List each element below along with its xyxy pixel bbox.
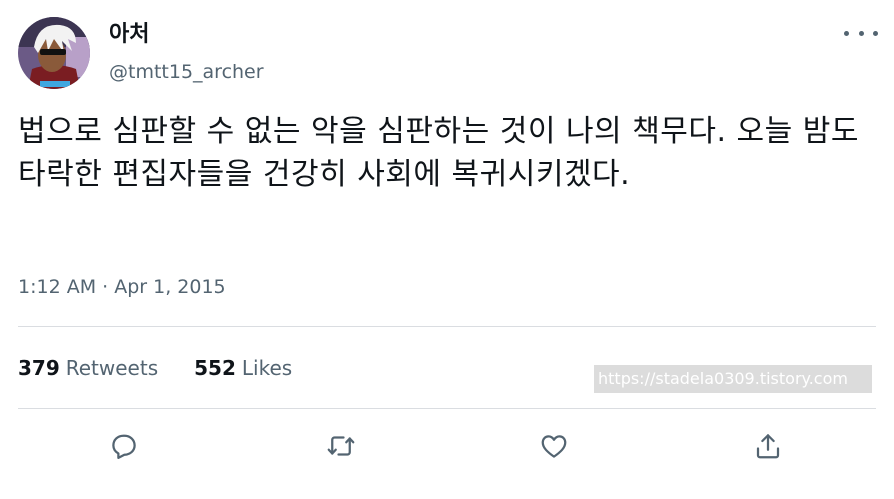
watermark: https://stadela0309.tistory.com bbox=[594, 365, 872, 393]
more-options-icon[interactable] bbox=[844, 22, 878, 44]
share-button[interactable] bbox=[748, 426, 788, 466]
likes-count: 552 bbox=[194, 356, 236, 380]
action-bar bbox=[0, 426, 894, 466]
more-dot bbox=[858, 30, 864, 36]
user-handle[interactable]: @tmtt15_archer bbox=[109, 58, 264, 86]
likes-label: Likes bbox=[241, 356, 293, 380]
tweet-text: 법으로 심판할 수 없는 악을 심판하는 것이 나의 책무다. 오늘 밤도 타락… bbox=[18, 114, 859, 192]
reply-icon bbox=[112, 434, 136, 459]
divider bbox=[18, 326, 876, 327]
retweet-icon bbox=[327, 436, 355, 456]
likes-stat[interactable]: 552 Likes bbox=[194, 354, 292, 382]
reply-button[interactable] bbox=[104, 426, 144, 466]
share-icon bbox=[756, 434, 780, 459]
retweet-button[interactable] bbox=[321, 426, 361, 466]
divider bbox=[18, 408, 876, 409]
like-button[interactable] bbox=[534, 426, 574, 466]
retweets-stat[interactable]: 379 Retweets bbox=[18, 354, 158, 382]
retweets-count: 379 bbox=[18, 356, 60, 380]
retweets-label: Retweets bbox=[65, 356, 159, 380]
heart-icon bbox=[541, 435, 567, 458]
anime-character-avatar-icon bbox=[18, 17, 90, 89]
avatar[interactable] bbox=[18, 17, 90, 89]
tweet-timestamp[interactable]: 1:12 AM · Apr 1, 2015 bbox=[18, 273, 226, 301]
display-name[interactable]: 아처 bbox=[109, 20, 149, 50]
more-dot bbox=[873, 30, 878, 36]
tweet-stats: 379 Retweets 552 Likes bbox=[18, 354, 292, 382]
more-dot bbox=[844, 30, 849, 36]
